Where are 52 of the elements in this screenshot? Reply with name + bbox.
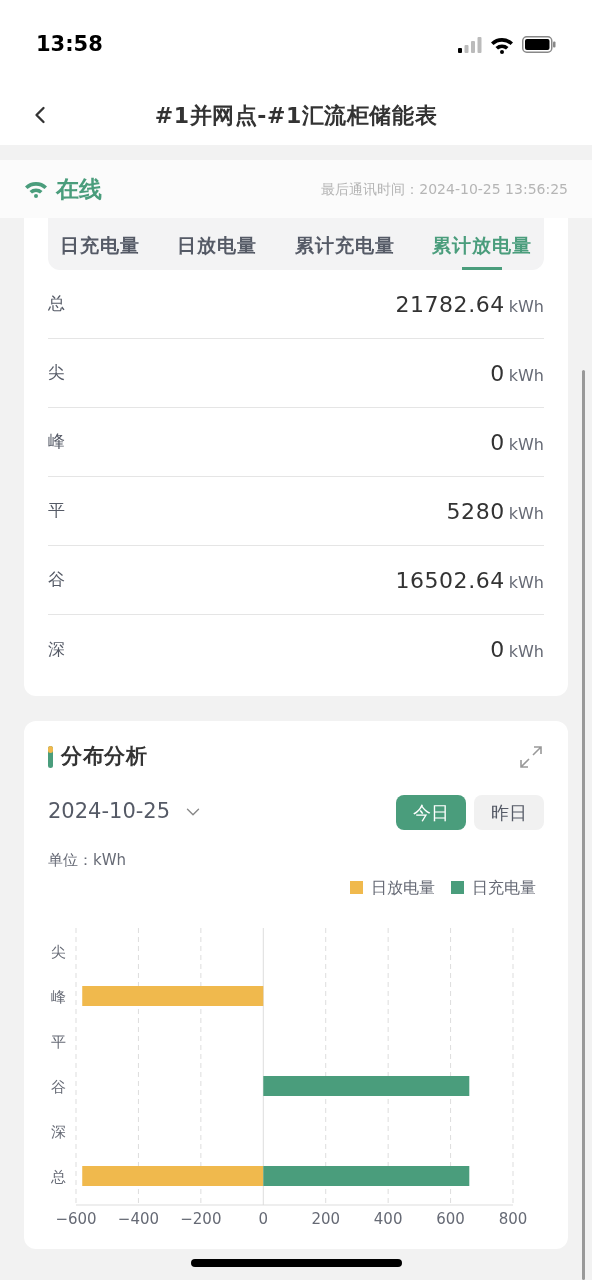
title-accent-icon: [48, 745, 53, 768]
tab[interactable]: 累计充电量: [294, 218, 395, 270]
period-button[interactable]: 昨日: [474, 794, 544, 830]
battery-icon: [522, 36, 556, 53]
connection-status: 在线: [56, 174, 102, 204]
last-communication-time: 最后通讯时间：2024-10-25 13:56:25: [321, 179, 568, 199]
energy-unit: kWh: [508, 502, 544, 525]
status-time: 13:58: [36, 30, 103, 58]
signal-icon: [458, 36, 482, 53]
tab[interactable]: 日放电量: [177, 218, 258, 270]
date-picker[interactable]: 2024-10-25: [48, 796, 205, 828]
energy-value: 21782.64: [395, 290, 505, 319]
category-label: 平: [50, 1032, 66, 1051]
energy-value: 0: [490, 636, 505, 664]
tick-label: −200: [180, 1209, 222, 1228]
category-label: 尖: [50, 942, 66, 961]
period-label: 总: [48, 292, 65, 316]
tick-label: −400: [117, 1209, 160, 1228]
unit-label: 单位：kWh: [48, 850, 127, 869]
tick-label: 600: [436, 1209, 465, 1228]
tick-label: 200: [311, 1209, 341, 1228]
period-label: 峰: [48, 430, 65, 454]
expand-icon[interactable]: [518, 743, 544, 770]
legend-label: 日放电量: [371, 876, 435, 899]
energy-value: 5280: [446, 497, 505, 526]
period-button[interactable]: 今日: [396, 794, 466, 830]
tab[interactable]: 日充电量: [60, 218, 140, 270]
energy-value: 0: [490, 428, 505, 457]
category-label: 深: [50, 1122, 66, 1141]
energy-unit: kWh: [508, 295, 544, 318]
tick-label: 0: [258, 1209, 269, 1228]
tick-label: −600: [55, 1209, 97, 1228]
period-label: 尖: [48, 361, 65, 385]
category-label: 总: [50, 1167, 66, 1186]
energy-unit: kWh: [508, 433, 544, 456]
section-title: 分布分析: [61, 743, 148, 770]
online-icon: [24, 180, 48, 198]
period-label: 深: [48, 637, 65, 661]
category-label: 峰: [50, 987, 66, 1006]
energy-value: 0: [490, 359, 505, 388]
energy-value: 16502.64: [395, 566, 505, 595]
legend-label: 日充电量: [472, 876, 536, 899]
tick-label: 800: [498, 1209, 528, 1228]
tick-label: 400: [373, 1209, 403, 1228]
energy-unit: kWh: [508, 641, 544, 663]
wifi-icon: [490, 35, 514, 54]
period-label: 平: [48, 499, 65, 523]
energy-unit: kWh: [508, 364, 544, 387]
category-label: 谷: [50, 1077, 66, 1096]
page-title: #1并网点-#1汇流柜储能表: [154, 101, 438, 130]
energy-unit: kWh: [508, 571, 544, 594]
period-label: 谷: [48, 568, 65, 592]
